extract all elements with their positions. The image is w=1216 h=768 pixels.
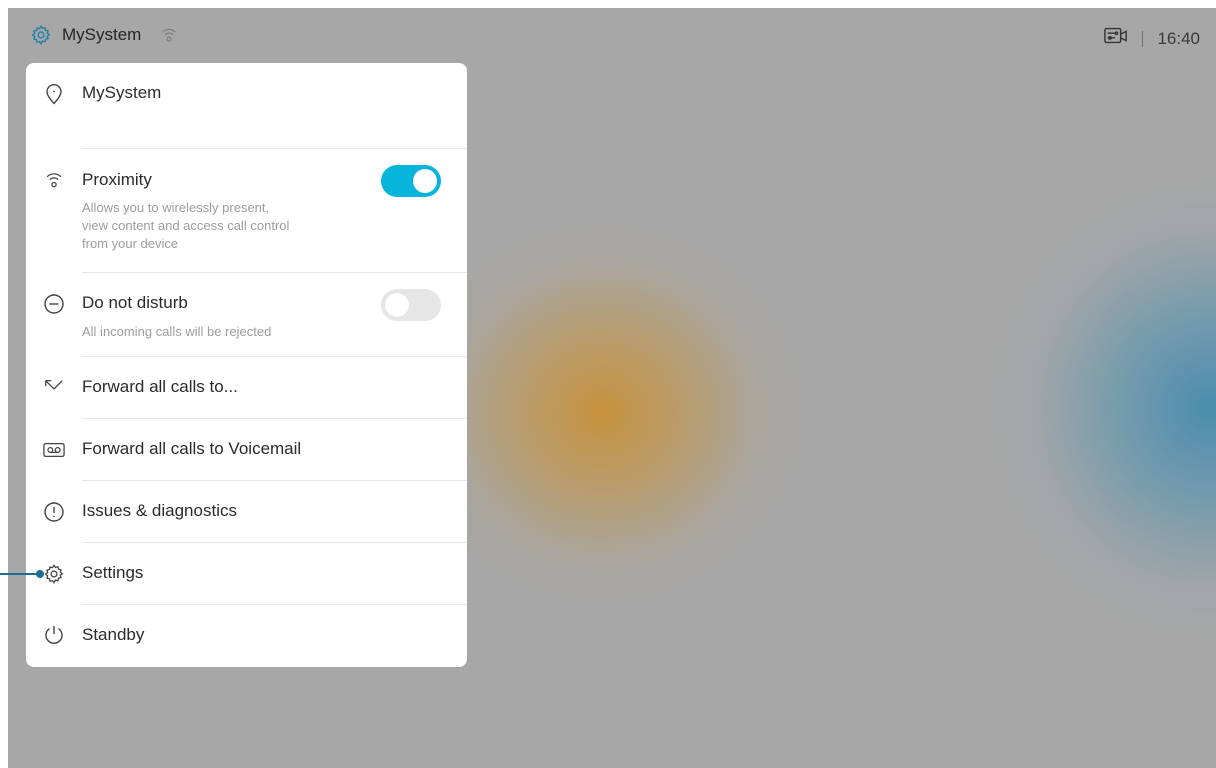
menu-item-standby[interactable]: Standby [26, 605, 467, 667]
proximity-toggle[interactable] [381, 165, 441, 197]
forward-arrow-icon [43, 377, 65, 399]
menu-item-proximity: Proximity Allows you to wirelessly prese… [26, 149, 467, 273]
forward-calls-label: Forward all calls to... [82, 377, 238, 396]
camera-control-icon[interactable] [1104, 26, 1128, 51]
top-status-bar: MySystem 16:40 [8, 8, 1216, 60]
forward-voicemail-label: Forward all calls to Voicemail [82, 439, 302, 458]
gear-icon [30, 24, 52, 46]
status-area: 16:40 [1104, 26, 1200, 51]
system-name: MySystem [62, 25, 142, 44]
system-menu-panel: MySystem Proximity Allows you to wireles… [26, 63, 467, 667]
voicemail-icon [43, 439, 65, 461]
menu-item-forward-calls[interactable]: Forward all calls to... [26, 357, 467, 419]
do-not-disturb-label: Do not disturb [82, 293, 188, 312]
system-menu-trigger[interactable]: MySystem [30, 24, 179, 46]
callout-pointer-line [0, 573, 40, 575]
issues-diagnostics-label: Issues & diagnostics [82, 501, 237, 520]
location-label: MySystem [82, 83, 162, 102]
do-not-disturb-icon [43, 293, 65, 315]
menu-item-forward-voicemail[interactable]: Forward all calls to Voicemail [26, 419, 467, 481]
clock: 16:40 [1157, 28, 1200, 48]
menu-item-issues-diagnostics[interactable]: Issues & diagnostics [26, 481, 467, 543]
proximity-icon [43, 169, 65, 191]
alert-icon [43, 501, 65, 523]
settings-label: Settings [82, 563, 144, 582]
background-screen: MySystem 16:40 MySystem Proximity Allows… [8, 8, 1216, 768]
proximity-description: Allows you to wirelessly present, view c… [82, 200, 290, 251]
power-icon [43, 624, 65, 646]
menu-item-settings[interactable]: Settings [26, 543, 467, 605]
toggle-knob [413, 169, 437, 193]
settings-gear-icon [43, 563, 65, 585]
proximity-label: Proximity [82, 170, 152, 189]
proximity-icon [159, 25, 179, 45]
callout-pointer-dot [36, 570, 44, 578]
menu-item-location[interactable]: MySystem [26, 63, 467, 149]
background-blob-blue [988, 178, 1216, 638]
do-not-disturb-toggle[interactable] [381, 289, 441, 321]
location-pin-icon [43, 83, 65, 105]
do-not-disturb-description: All incoming calls will be rejected [82, 324, 272, 339]
toggle-knob [385, 293, 409, 317]
standby-label: Standby [82, 625, 145, 644]
status-separator [1142, 30, 1144, 47]
menu-item-do-not-disturb: Do not disturb All incoming calls will b… [26, 273, 467, 357]
